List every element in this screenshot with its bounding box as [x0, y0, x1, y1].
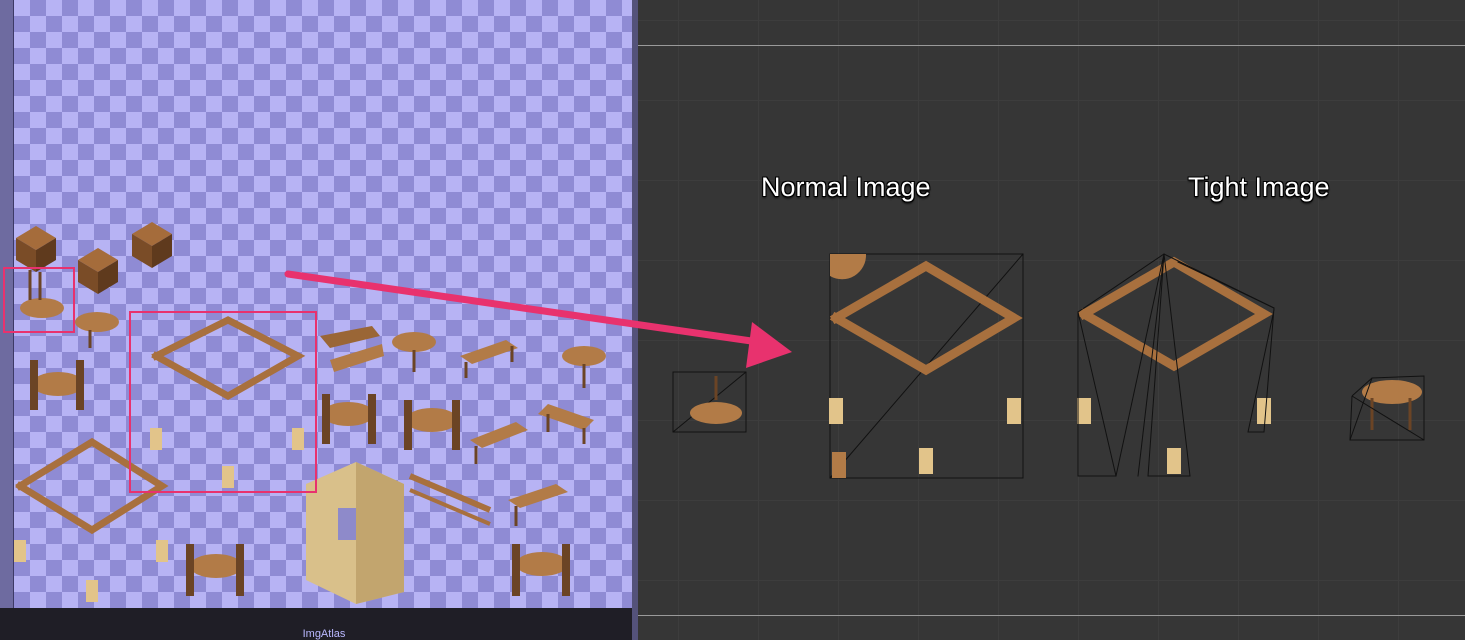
- crate-sprite[interactable]: [132, 222, 172, 268]
- atlas-name-label: ImgAtlas: [302, 628, 346, 640]
- normal-image-small[interactable]: [672, 371, 747, 433]
- gate-sprite[interactable]: [408, 473, 492, 596]
- atlas-sprites: [3, 222, 606, 604]
- round-table-sprite[interactable]: [562, 346, 606, 388]
- round-table-sprite[interactable]: [392, 332, 436, 372]
- crate-sprite[interactable]: [16, 226, 56, 272]
- round-table-sprite[interactable]: [20, 270, 64, 318]
- table-with-chairs-sprite[interactable]: [186, 544, 244, 596]
- crate-sprite[interactable]: [78, 248, 118, 294]
- table-with-chairs-sprite[interactable]: [404, 400, 460, 450]
- scene-objects: [672, 253, 1425, 479]
- bench-sprite[interactable]: [538, 404, 594, 444]
- stone-wall-sprite[interactable]: [306, 462, 404, 604]
- bench-sprite[interactable]: [460, 340, 518, 378]
- round-table-sprite[interactable]: [75, 312, 119, 348]
- bench-sprite[interactable]: [508, 484, 568, 526]
- tight-image-small[interactable]: [1349, 375, 1425, 441]
- tight-image-large[interactable]: [1077, 253, 1275, 477]
- scene-view[interactable]: Normal Image Tight Image: [638, 0, 1465, 640]
- broken-bench-sprite[interactable]: [320, 326, 384, 372]
- table-with-chairs-sprite[interactable]: [322, 394, 376, 444]
- normal-image-large[interactable]: [829, 253, 1024, 479]
- atlas-footer: ImgAtlas: [0, 608, 632, 640]
- atlas-panel: ImgAtlas: [0, 0, 638, 640]
- table-with-chairs-sprite[interactable]: [30, 360, 84, 410]
- bench-sprite[interactable]: [470, 422, 528, 464]
- table-with-chairs-sprite[interactable]: [512, 544, 570, 596]
- pergola-sprite[interactable]: [14, 437, 169, 602]
- pergola-sprite[interactable]: [150, 316, 306, 488]
